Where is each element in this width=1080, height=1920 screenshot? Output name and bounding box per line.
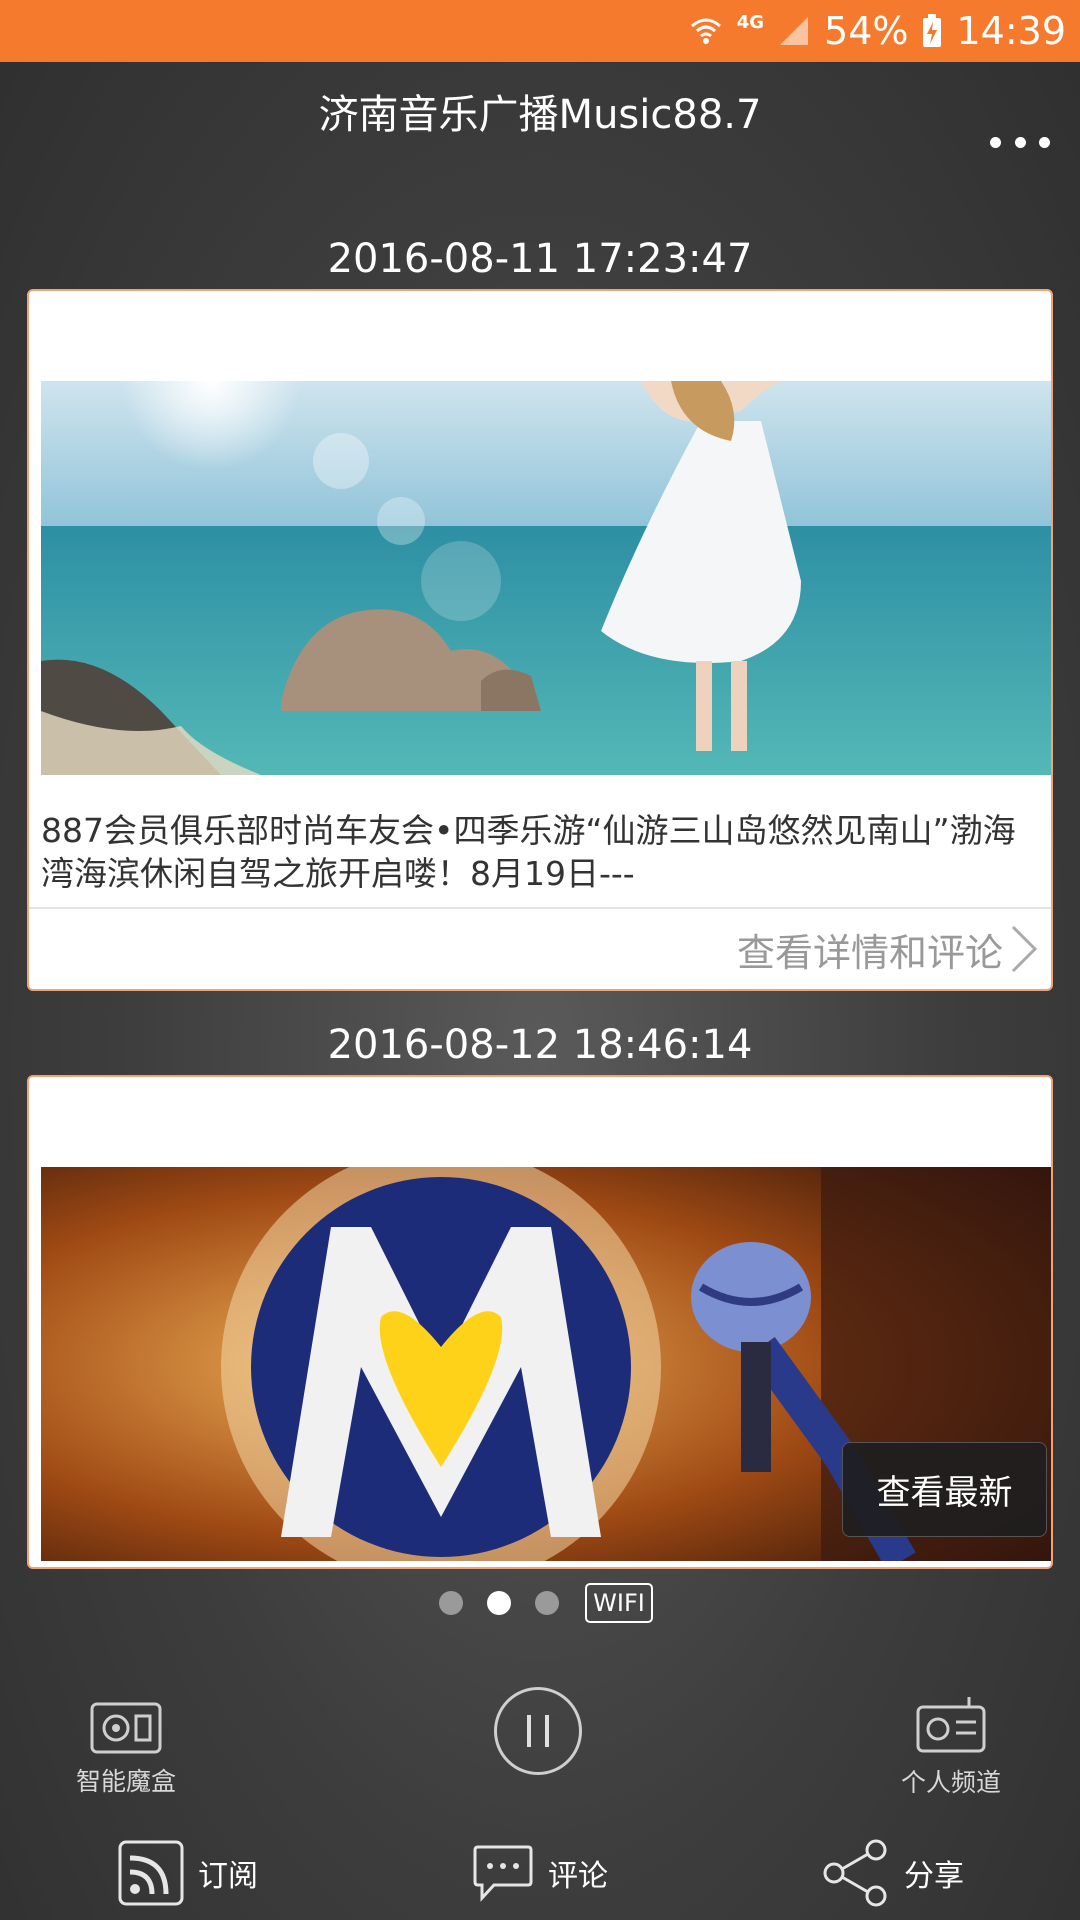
wifi-icon <box>689 14 723 48</box>
post-text: 887会员俱乐部时尚车友会•四季乐游“仙游三山岛悠然见南山”渤海湾海滨休闲自驾之… <box>41 811 1016 893</box>
chevron-right-icon <box>1011 925 1038 973</box>
personal-channel-button[interactable]: 个人频道 <box>895 1695 1007 1799</box>
comment-label: 评论 <box>548 1859 608 1894</box>
share-icon <box>823 1839 887 1907</box>
share-label: 分享 <box>904 1859 964 1894</box>
personal-channel-label: 个人频道 <box>900 1768 1001 1797</box>
battery-charging-icon <box>922 14 942 48</box>
clock: 14:39 <box>956 9 1066 53</box>
network-type: 4G <box>736 12 765 33</box>
speaker-box-icon <box>90 1702 162 1754</box>
wifi-badge: WIFI <box>585 1583 653 1623</box>
post-card[interactable]: 887会员俱乐部时尚车友会•四季乐游“仙游三山岛悠然见南山”渤海湾海滨休闲自驾之… <box>27 289 1053 991</box>
post-timestamp: 2016-08-11 17:23:47 <box>327 236 753 282</box>
view-latest-button[interactable]: 查看最新 <box>842 1442 1047 1537</box>
post-image-beach[interactable] <box>41 381 1051 775</box>
view-details-label: 查看详情和评论 <box>736 930 1003 975</box>
page-title: 济南音乐广播Music88.7 <box>318 92 762 138</box>
subscribe-label: 订阅 <box>198 1859 258 1894</box>
header: 济南音乐广播Music88.7 <box>0 62 1080 172</box>
view-details-link[interactable]: 查看详情和评论 <box>737 919 1039 979</box>
smart-box-label: 智能魔盒 <box>75 1767 176 1796</box>
pause-icon <box>527 1715 549 1747</box>
subscribe-button[interactable]: 订阅 <box>118 1838 258 1908</box>
card-divider <box>29 907 1051 909</box>
more-menu-button[interactable] <box>990 122 1050 162</box>
pause-button[interactable] <box>494 1687 582 1775</box>
status-bar: 4G 54% 14:39 <box>0 0 1080 62</box>
page-dot[interactable] <box>535 1591 560 1615</box>
rss-icon <box>118 1840 184 1906</box>
page-indicator: WIFI <box>0 1581 1080 1625</box>
post-timestamp: 2016-08-12 18:46:14 <box>327 1022 753 1068</box>
more-icon <box>990 136 1001 148</box>
smart-box-button[interactable]: 智能魔盒 <box>70 1702 182 1798</box>
battery-percent: 54% <box>824 9 909 53</box>
share-button[interactable]: 分享 <box>820 1838 964 1908</box>
radio-icon <box>916 1697 986 1753</box>
page-dot[interactable] <box>439 1591 464 1615</box>
signal-icon <box>778 15 810 47</box>
comment-button[interactable]: 评论 <box>472 1838 608 1908</box>
page-dot-active[interactable] <box>487 1591 512 1615</box>
comment-icon <box>473 1845 533 1902</box>
